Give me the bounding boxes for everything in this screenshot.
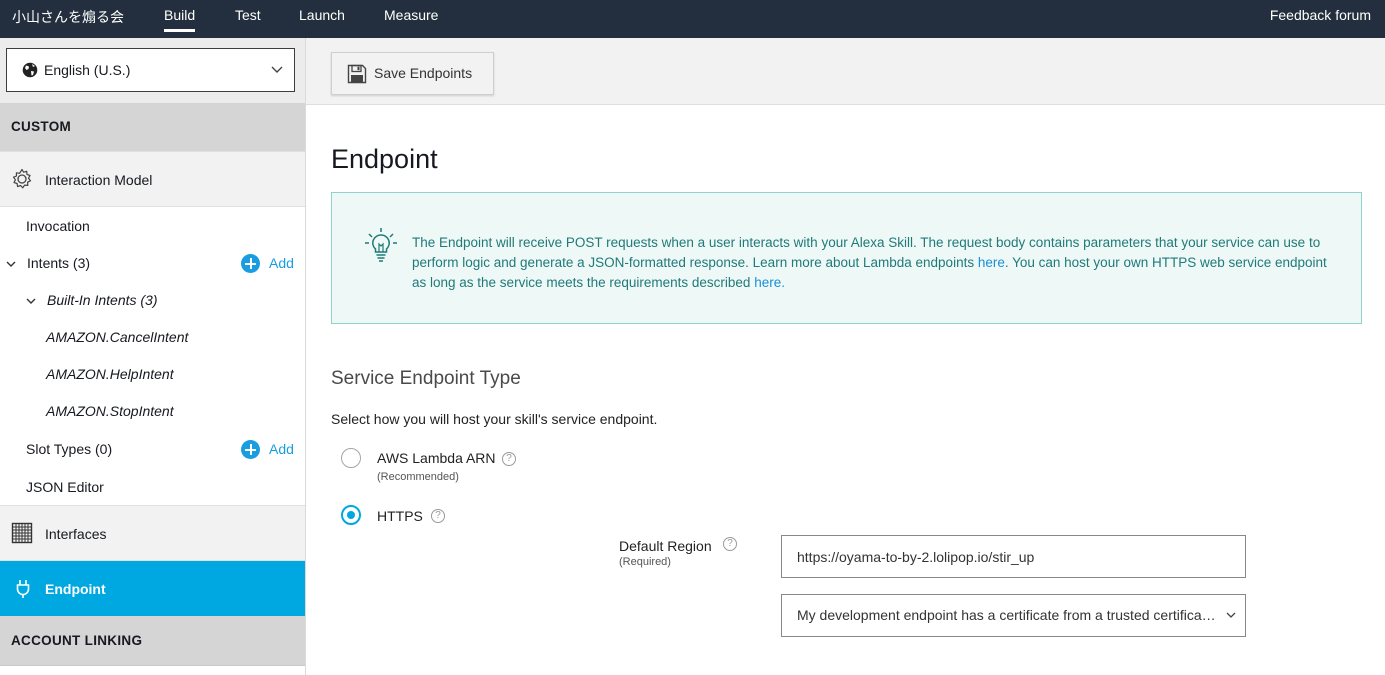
tab-build[interactable]: Build — [164, 7, 196, 32]
sidebar-item-interaction-model[interactable]: Interaction Model — [0, 151, 305, 207]
https-radio[interactable] — [341, 505, 361, 525]
sidebar-item-label: Interfaces — [45, 526, 107, 542]
help-icon[interactable]: ? — [502, 452, 516, 466]
gear-icon — [12, 168, 32, 189]
sidebar-item-interfaces[interactable]: Interfaces — [0, 505, 305, 561]
sidebar-item-label: Endpoint — [45, 581, 106, 597]
add-slot-type-label: Add — [269, 441, 294, 457]
language-select-wrapper: English (U.S.) — [0, 38, 305, 103]
tab-test[interactable]: Test — [235, 7, 261, 23]
sidebar: English (U.S.) CUSTOM Interaction Model … — [0, 38, 306, 675]
sidebar-item-intent[interactable]: AMAZON.HelpIntent — [46, 366, 174, 382]
lambda-endpoints-link[interactable]: here — [978, 255, 1005, 270]
certificate-type-select[interactable]: My development endpoint has a certificat… — [781, 594, 1246, 637]
aws-lambda-radio[interactable] — [341, 448, 361, 468]
page-title: Endpoint — [331, 144, 438, 174]
help-icon[interactable]: ? — [431, 509, 445, 523]
grid-icon — [11, 522, 33, 544]
sidebar-item-slot-types[interactable]: Slot Types (0) — [26, 441, 112, 457]
service-endpoint-type-description: Select how you will host your skill's se… — [331, 411, 658, 427]
default-region-input[interactable] — [782, 536, 1222, 577]
chevron-down-icon — [1226, 612, 1236, 618]
chevron-down-icon[interactable] — [25, 295, 37, 307]
app-title[interactable]: 小山さんを煽る会 — [12, 7, 124, 27]
sidebar-item-label: Interaction Model — [45, 172, 153, 188]
language-value: English (U.S.) — [44, 62, 131, 78]
add-intent-label: Add — [269, 255, 294, 271]
info-text: The Endpoint will receive POST requests … — [412, 233, 1342, 293]
language-select[interactable]: English (U.S.) — [6, 48, 295, 92]
save-endpoints-label: Save Endpoints — [374, 65, 473, 81]
tab-launch[interactable]: Launch — [299, 7, 345, 23]
plus-icon — [241, 440, 260, 459]
save-disk-icon — [347, 64, 367, 84]
default-region-field[interactable] — [781, 535, 1246, 578]
plus-icon — [241, 254, 260, 273]
sidebar-item-builtin-intents[interactable]: Built-In Intents (3) — [47, 292, 158, 308]
chevron-down-icon — [271, 66, 283, 73]
aws-lambda-label[interactable]: AWS Lambda ARN — [377, 450, 496, 466]
sidebar-item-json-editor[interactable]: JSON Editor — [26, 479, 104, 495]
add-slot-type-button[interactable]: Add — [241, 440, 301, 460]
custom-section-header: CUSTOM — [0, 103, 305, 151]
feedback-forum-link[interactable]: Feedback forum — [1270, 7, 1371, 23]
chevron-down-icon[interactable] — [5, 258, 17, 270]
sidebar-item-intent[interactable]: AMAZON.CancelIntent — [46, 329, 188, 345]
aws-lambda-recommended: (Recommended) — [377, 471, 459, 483]
info-callout: The Endpoint will receive POST requests … — [331, 192, 1362, 324]
https-requirements-link[interactable]: here. — [754, 275, 785, 290]
globe-icon — [22, 62, 38, 78]
save-endpoints-button[interactable]: Save Endpoints — [331, 52, 494, 95]
service-endpoint-type-heading: Service Endpoint Type — [331, 368, 521, 389]
toolbar: Save Endpoints — [306, 38, 1385, 105]
https-label[interactable]: HTTPS — [377, 508, 423, 524]
sidebar-item-endpoint[interactable]: Endpoint — [0, 561, 305, 616]
account-linking-header[interactable]: ACCOUNT LINKING — [0, 616, 305, 666]
certificate-type-value: My development endpoint has a certificat… — [797, 607, 1217, 623]
default-region-required: (Required) — [619, 556, 671, 568]
lightbulb-icon — [365, 228, 397, 262]
top-nav-bar: 小山さんを煽る会 Build Test Launch Measure Feedb… — [0, 0, 1385, 38]
main-content: Save Endpoints Endpoint The Endpoint wil… — [306, 38, 1385, 675]
help-icon[interactable]: ? — [723, 537, 737, 551]
add-intent-button[interactable]: Add — [241, 254, 301, 274]
tab-measure[interactable]: Measure — [384, 7, 438, 23]
sidebar-item-intents[interactable]: Intents (3) — [27, 255, 90, 271]
plug-icon — [16, 580, 30, 598]
default-region-label: Default Region — [619, 538, 712, 554]
sidebar-item-intent[interactable]: AMAZON.StopIntent — [46, 403, 174, 419]
sidebar-item-invocation[interactable]: Invocation — [26, 218, 90, 234]
